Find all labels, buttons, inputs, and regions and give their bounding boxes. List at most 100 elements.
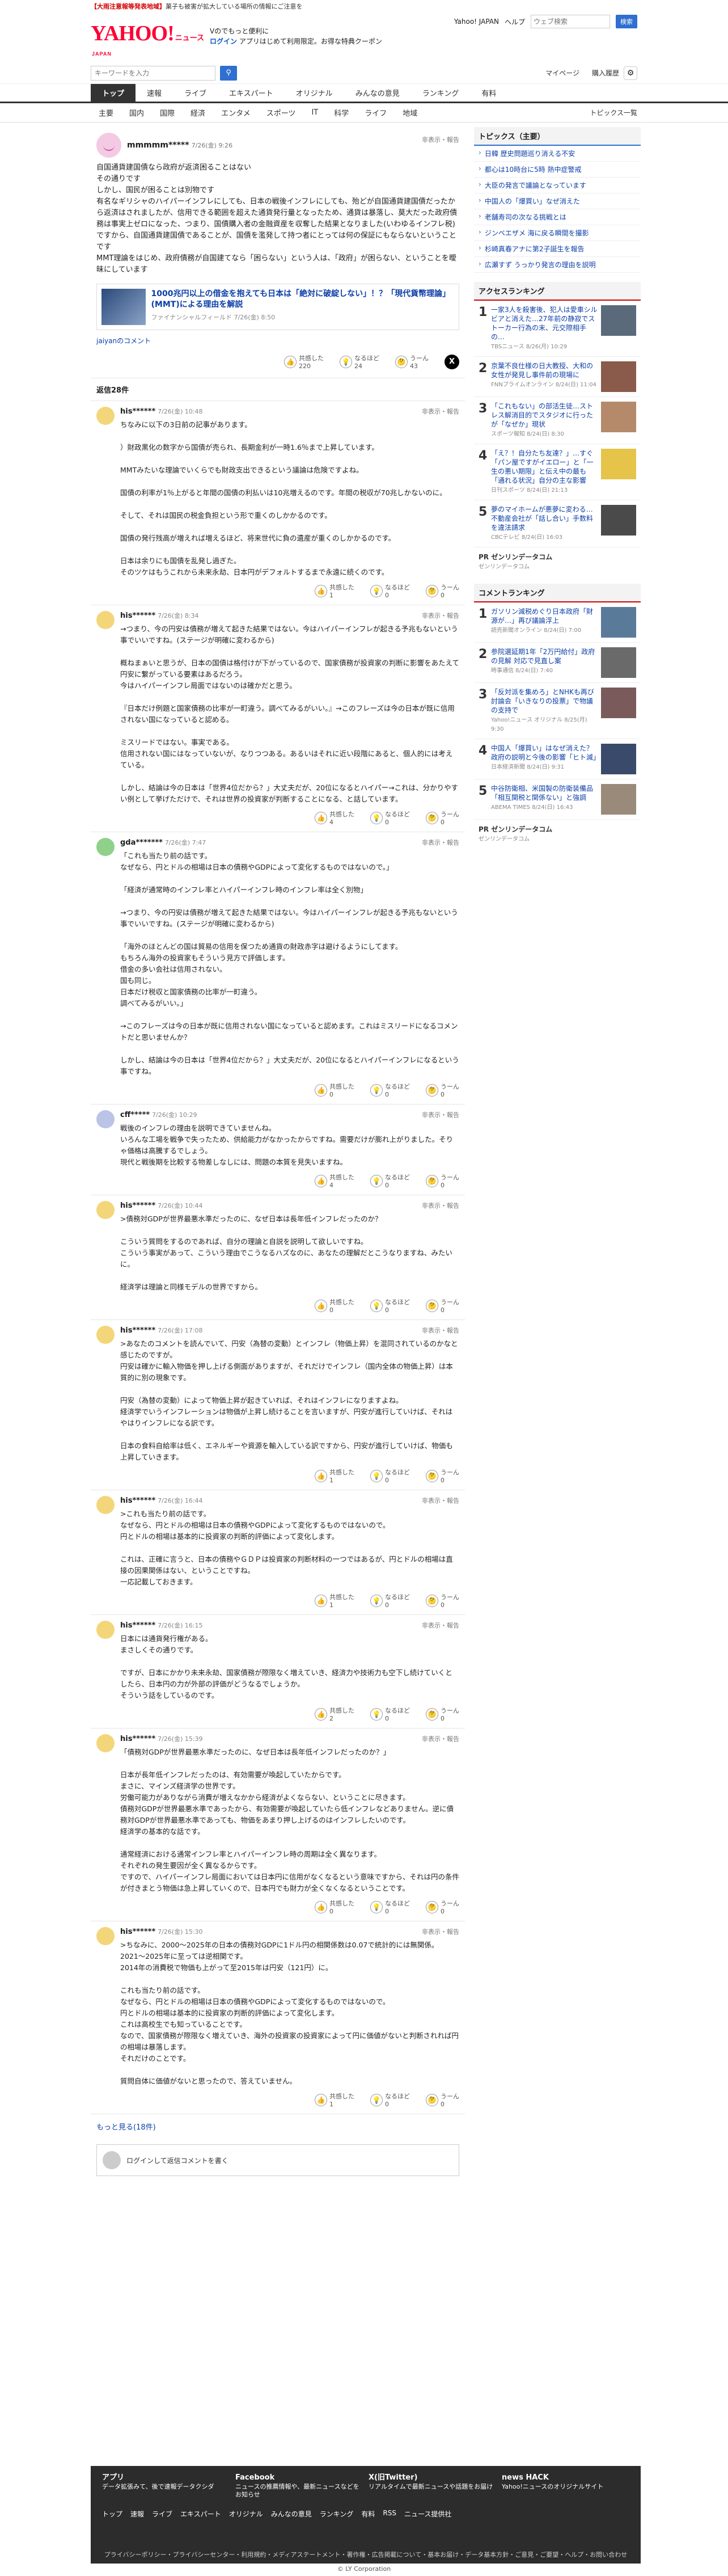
pr-ad[interactable]: PR ゼンリンデータコム ゼンリンデータコム: [474, 547, 641, 575]
like-button[interactable]: 👍 共感した 4: [315, 810, 354, 826]
reply-user[interactable]: his******: [120, 612, 155, 620]
nav-original[interactable]: オリジナル: [285, 84, 344, 102]
cat-sports[interactable]: スポーツ: [259, 107, 304, 118]
footer-nav-link[interactable]: エキスパート: [180, 2509, 221, 2519]
footer-nav-link[interactable]: 速報: [130, 2509, 144, 2519]
cat-local[interactable]: 地域: [395, 107, 425, 118]
like-button[interactable]: 👍 共感した 0: [315, 1297, 354, 1314]
user-avatar[interactable]: [96, 1621, 115, 1639]
naruhodo-button[interactable]: 💡 なるほど 0: [370, 1592, 410, 1609]
nav-breaking[interactable]: 速報: [136, 84, 173, 102]
footer-col[interactable]: news HACK Yahoo!ニュースのオリジナルサイト: [502, 2474, 629, 2499]
ranking-item[interactable]: 2 京葉不良仕様の日大教授、大和の女性が発見し事件前の現場に FNNプライムオンライ…: [474, 357, 641, 397]
hmm-button[interactable]: 🤔 うーん 0: [426, 810, 459, 826]
footer-nav-link[interactable]: みんなの意見: [271, 2509, 312, 2519]
cat-main[interactable]: 主要: [91, 107, 121, 118]
naruhodo-button[interactable]: 💡 なるほど 0: [370, 583, 410, 599]
report-link[interactable]: 非表示・報告: [422, 611, 459, 620]
footer-nav-link[interactable]: ライブ: [152, 2509, 172, 2519]
naruhodo-button[interactable]: 💡 なるほど 0: [370, 2092, 410, 2108]
user-avatar[interactable]: [96, 1326, 115, 1344]
report-link[interactable]: 非表示・報告: [422, 1621, 459, 1630]
hmm-button[interactable]: 🤔 うーん 0: [426, 2092, 459, 2108]
mypage-link[interactable]: マイページ: [545, 68, 579, 78]
user-avatar[interactable]: [96, 1110, 115, 1128]
report-link[interactable]: 非表示・報告: [422, 407, 459, 416]
footer-nav-link[interactable]: オリジナル: [229, 2509, 263, 2519]
report-link[interactable]: 非表示・報告: [422, 1326, 459, 1335]
cat-international[interactable]: 国際: [152, 107, 183, 118]
ranking-item[interactable]: 1 一家3人を殺害後、犯人は愛車シルビアと消えた…27年前の静寂でストーカー行為の…: [474, 301, 641, 357]
hmm-button[interactable]: 🤔 うーん 0: [426, 583, 459, 599]
user-avatar[interactable]: [96, 1927, 115, 1945]
web-search-input[interactable]: [531, 15, 610, 28]
login-link[interactable]: ログイン: [210, 37, 237, 45]
ranking-item[interactable]: 3 「反対派を集めろ」とNHKも再び討論会「いきなりの投票」で物議の支持で Yaho…: [474, 683, 641, 739]
nav-expert[interactable]: エキスパート: [218, 84, 285, 102]
ranking-item[interactable]: 4 中国人「爆買い」はなぜ消えた？政府の説明と今後の影響「ヒト減」 日本経済新聞 8…: [474, 739, 641, 779]
reply-login-box[interactable]: ログインして返信コメントを書く: [96, 2144, 459, 2176]
naruhodo-button[interactable]: 💡 なるほど 0: [370, 1082, 410, 1098]
show-more-button[interactable]: もっと見る(18件): [91, 2114, 465, 2139]
footer-nav-link[interactable]: 有料: [361, 2509, 375, 2519]
user-avatar[interactable]: [96, 1496, 115, 1514]
yahoo-japan-link[interactable]: Yahoo! JAPAN: [454, 18, 499, 26]
user-avatar[interactable]: [96, 1201, 115, 1219]
header-promo[interactable]: Vのでもっと便利に ログイン アプリはじめて利用限定。お得な特典クーポン: [210, 26, 382, 47]
purchase-history-link[interactable]: 購入履歴: [592, 68, 619, 78]
user-avatar[interactable]: [96, 1734, 115, 1752]
like-button[interactable]: 👍 共感した 2: [315, 1706, 354, 1722]
user-avatar[interactable]: [96, 838, 115, 856]
topic-item[interactable]: › 老舗寿司の次なる挑戦とは: [474, 209, 641, 225]
naruhodo-button[interactable]: 💡 なるほど 0: [370, 810, 410, 826]
user-avatar[interactable]: [96, 611, 115, 629]
pr-ad-2[interactable]: PR ゼンリンデータコム ゼンリンデータコム: [474, 820, 641, 847]
user-comments-link[interactable]: jaiyanのコメント: [96, 336, 459, 345]
like-button[interactable]: 👍 共感した 4: [315, 1173, 354, 1189]
topic-item[interactable]: › 中国人の「爆買い」なぜ消えた: [474, 193, 641, 209]
report-link[interactable]: 非表示・報告: [422, 1201, 459, 1210]
reply-user[interactable]: his******: [120, 1201, 155, 1210]
like-button[interactable]: 👍 共感した 220: [284, 353, 324, 370]
search-icon[interactable]: ⚲: [220, 65, 237, 81]
like-button[interactable]: 👍 共感した 1: [315, 1468, 354, 1484]
naruhodo-button[interactable]: 💡 なるほど 0: [370, 1706, 410, 1722]
report-link[interactable]: 非表示・報告: [422, 135, 459, 144]
cat-domestic[interactable]: 国内: [121, 107, 152, 118]
naruhodo-button[interactable]: 💡 なるほど 0: [370, 1297, 410, 1314]
like-button[interactable]: 👍 共感した 1: [315, 1592, 354, 1609]
report-link[interactable]: 非表示・報告: [422, 1734, 459, 1743]
nav-live[interactable]: ライブ: [173, 84, 218, 102]
cat-economy[interactable]: 経済: [183, 107, 213, 118]
reply-user[interactable]: his******: [120, 1735, 155, 1743]
report-link[interactable]: 非表示・報告: [422, 1927, 459, 1936]
report-link[interactable]: 非表示・報告: [422, 838, 459, 847]
footer-nav-link[interactable]: RSS: [383, 2509, 396, 2519]
hmm-button[interactable]: 🤔 うーん 0: [426, 1899, 459, 1915]
topic-item[interactable]: › 杉崎真春アナに第2子誕生を報告: [474, 241, 641, 257]
topic-item[interactable]: › 大臣の発言で議論となっています: [474, 178, 641, 193]
hmm-button[interactable]: 🤔 うーん 43: [395, 353, 429, 370]
article-card[interactable]: 1000兆円以上の借金を抱えても日本は「絶対に破綻しない」！？「現代貨幣理論」(…: [96, 284, 459, 330]
user-avatar[interactable]: [96, 133, 121, 158]
ranking-item[interactable]: 5 中谷防衛相、米国製の防衛装備品「相互関税と関係ない」と強調 ABEMA TIME…: [474, 779, 641, 820]
web-search-button[interactable]: 検索: [616, 15, 637, 28]
topics-list-link[interactable]: トピックス一覧: [590, 108, 637, 117]
hmm-button[interactable]: 🤔 うーん 0: [426, 1592, 459, 1609]
like-button[interactable]: 👍 共感した 1: [315, 583, 354, 599]
yahoo-logo[interactable]: YAHOO! ニュース JAPAN: [91, 23, 204, 57]
reply-user[interactable]: his******: [120, 1928, 155, 1936]
ranking-item[interactable]: 1 ガソリン減税めぐり日本政府「財源が…」再び議論浮上 読売新聞オンライン 8/24…: [474, 602, 641, 643]
like-button[interactable]: 👍 共感した 1: [315, 2092, 354, 2108]
footer-nav-link[interactable]: ニュース提供社: [404, 2509, 451, 2519]
gear-icon[interactable]: ⚙: [624, 66, 637, 80]
topic-item[interactable]: › 広瀬すず うっかり発言の理由を説明: [474, 257, 641, 273]
cat-science[interactable]: 科学: [326, 107, 357, 118]
reply-user[interactable]: his******: [120, 1621, 155, 1630]
report-link[interactable]: 非表示・報告: [422, 1496, 459, 1505]
footer-legal-links[interactable]: プライバシーポリシー・プライバシーセンター・利用規約・メディアステートメント・著…: [91, 2550, 641, 2559]
nav-ranking[interactable]: ランキング: [411, 84, 471, 102]
user-avatar[interactable]: [96, 407, 115, 425]
footer-col[interactable]: Facebook ニュースの推薦情報や、最新ニュースなどをお知らせ: [235, 2474, 363, 2499]
comment-user[interactable]: mmmmm*****: [127, 141, 189, 150]
